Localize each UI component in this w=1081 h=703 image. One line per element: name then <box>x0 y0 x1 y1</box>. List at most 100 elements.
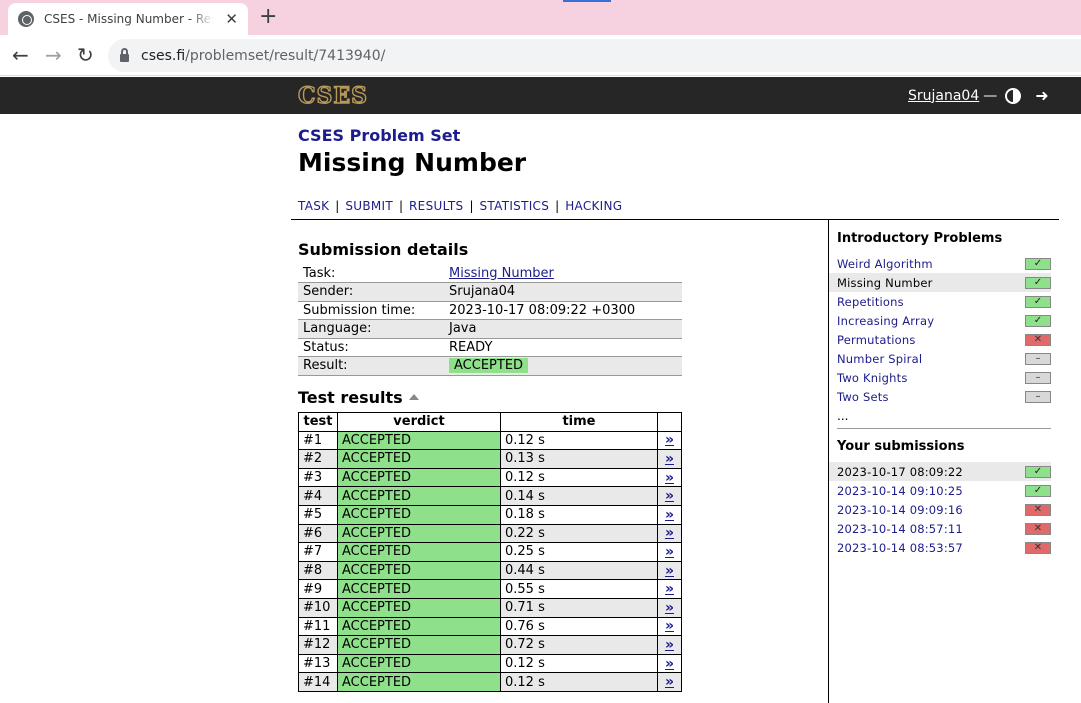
test-details-link[interactable]: » <box>657 504 682 525</box>
tab-close-icon[interactable]: ✕ <box>225 10 238 28</box>
test-details-link[interactable]: » <box>657 542 682 562</box>
problem-item[interactable]: Repetitions ✓ <box>837 292 1051 311</box>
test-number: #1 <box>298 430 338 451</box>
address-bar[interactable]: cses.fi/problemset/result/7413940/ <box>108 39 1081 72</box>
submission-link[interactable]: 2023-10-14 08:53:57 <box>837 541 963 555</box>
test-number: #11 <box>298 616 338 637</box>
problem-status-icon: ✕ <box>1025 333 1051 346</box>
test-details-link[interactable]: » <box>657 635 682 655</box>
problemset-link[interactable]: CSES Problem Set <box>298 126 460 145</box>
detail-key: Status: <box>303 339 349 355</box>
test-details-link[interactable]: » <box>657 616 682 637</box>
problem-link[interactable]: Repetitions <box>837 295 904 309</box>
submission-item[interactable]: 2023-10-14 09:09:16 ✕ <box>837 500 1051 519</box>
test-details-link[interactable]: » <box>657 486 682 506</box>
sidebar-divider <box>837 428 1051 429</box>
test-verdict: ACCEPTED <box>337 467 501 488</box>
test-row: #10 ACCEPTED 0.71 s» <box>298 597 682 618</box>
test-row: #3 ACCEPTED 0.12 s» <box>298 467 682 488</box>
submission-item[interactable]: 2023-10-17 08:09:22 ✓ <box>829 462 1051 481</box>
test-results-heading[interactable]: Test results <box>298 388 419 407</box>
test-details-link[interactable]: » <box>657 523 682 544</box>
submission-item[interactable]: 2023-10-14 09:10:25 ✓ <box>837 481 1051 500</box>
test-number: #13 <box>298 653 338 674</box>
test-details-link[interactable]: » <box>657 579 682 599</box>
url-text: cses.fi/problemset/result/7413940/ <box>141 47 386 64</box>
back-arrow-icon[interactable]: ← <box>12 42 29 68</box>
test-details-link[interactable]: » <box>657 653 682 674</box>
column-header-verdict: verdict <box>337 412 501 432</box>
submission-details-heading: Submission details <box>298 240 469 259</box>
problem-status-icon: ✓ <box>1025 257 1051 270</box>
contrast-toggle-icon[interactable] <box>1005 87 1022 104</box>
problem-status-icon: ✓ <box>1025 314 1051 327</box>
problem-item[interactable]: Increasing Array ✓ <box>837 311 1051 330</box>
detail-key: Sender: <box>303 284 354 300</box>
test-number: #2 <box>298 449 338 469</box>
problem-link[interactable]: Number Spiral <box>837 352 922 366</box>
test-results-title: Test results <box>298 388 403 407</box>
problem-status-icon: ✓ <box>1025 276 1051 289</box>
submission-link[interactable]: 2023-10-14 08:57:11 <box>837 522 963 536</box>
submission-link[interactable]: 2023-10-14 09:09:16 <box>837 503 963 517</box>
submission-link[interactable]: 2023-10-14 09:10:25 <box>837 484 963 498</box>
logout-icon[interactable]: ➜ <box>1035 86 1048 105</box>
test-row: #11 ACCEPTED 0.76 s» <box>298 616 682 637</box>
problem-link[interactable]: Two Sets <box>837 390 889 404</box>
site-header: CSES Srujana04 — ➜ <box>0 77 1081 114</box>
new-tab-button[interactable]: + <box>259 5 277 29</box>
test-row: #8 ACCEPTED 0.44 s» <box>298 560 682 581</box>
reload-icon[interactable]: ↻ <box>77 42 94 68</box>
forward-arrow-icon[interactable]: → <box>45 42 62 68</box>
detail-value: 2023-10-17 08:09:22 +0300 <box>449 302 636 318</box>
submission-status-icon: ✓ <box>1025 465 1051 478</box>
problem-link[interactable]: Missing Number <box>837 276 933 290</box>
problem-list: Weird Algorithm ✓ Missing Number ✓ Repetitio… <box>829 254 1051 425</box>
test-row: #5 ACCEPTED 0.18 s» <box>298 504 682 525</box>
submission-item[interactable]: 2023-10-14 08:53:57 ✕ <box>837 538 1051 557</box>
nav-submit[interactable]: SUBMIT <box>345 199 393 213</box>
detail-key: Task: <box>303 265 336 281</box>
detail-value: Srujana04 <box>449 284 516 300</box>
test-details-link[interactable]: » <box>657 449 682 469</box>
nav-task[interactable]: TASK <box>298 199 329 213</box>
submission-status-icon: ✕ <box>1025 522 1051 535</box>
problem-link[interactable]: Two Knights <box>837 371 908 385</box>
cses-logo[interactable]: CSES <box>297 84 368 107</box>
test-details-link[interactable]: » <box>657 430 682 451</box>
problem-item[interactable]: Weird Algorithm ✓ <box>837 254 1051 273</box>
test-time: 0.12 s <box>500 430 658 451</box>
username-link[interactable]: Srujana04 <box>908 88 979 104</box>
test-time: 0.18 s <box>500 504 658 525</box>
problem-item[interactable]: Permutations ✕ <box>837 330 1051 349</box>
problem-item[interactable]: Missing Number ✓ <box>829 273 1051 292</box>
test-number: #5 <box>298 504 338 525</box>
test-verdict: ACCEPTED <box>337 653 501 674</box>
test-row: #1 ACCEPTED 0.12 s» <box>298 430 682 451</box>
test-details-link[interactable]: » <box>657 467 682 488</box>
browser-tab-active[interactable]: CSES - Missing Number - Results ✕ <box>8 3 248 35</box>
test-details-link[interactable]: » <box>657 672 682 692</box>
problem-link[interactable]: Permutations <box>837 333 916 347</box>
test-details-link[interactable]: » <box>657 597 682 618</box>
test-number: #6 <box>298 523 338 544</box>
submission-item[interactable]: 2023-10-14 08:57:11 ✕ <box>837 519 1051 538</box>
test-verdict: ACCEPTED <box>337 672 501 692</box>
problem-item[interactable]: Two Knights – <box>837 368 1051 387</box>
collapse-arrow-icon[interactable] <box>408 394 419 400</box>
problem-link[interactable]: Increasing Array <box>837 314 934 328</box>
column-header-time: time <box>500 412 658 432</box>
test-time: 0.55 s <box>500 579 658 599</box>
task-link[interactable]: Missing Number <box>449 266 554 281</box>
nav-results[interactable]: RESULTS <box>409 199 463 213</box>
problem-link[interactable]: Weird Algorithm <box>837 257 933 271</box>
test-details-link[interactable]: » <box>657 560 682 581</box>
problem-item[interactable]: Two Sets – <box>837 387 1051 406</box>
submission-link[interactable]: 2023-10-17 08:09:22 <box>837 465 963 479</box>
nav-hacking[interactable]: HACKING <box>565 199 622 213</box>
test-number: #12 <box>298 635 338 655</box>
nav-statistics[interactable]: STATISTICS <box>480 199 550 213</box>
problem-item[interactable]: Number Spiral – <box>837 349 1051 368</box>
test-time: 0.14 s <box>500 486 658 506</box>
detail-value: READY <box>449 339 493 355</box>
